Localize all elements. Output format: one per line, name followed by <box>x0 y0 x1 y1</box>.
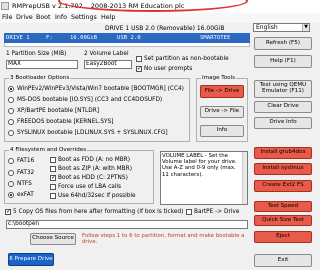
test-speed-button[interactable]: Test Speed <box>254 201 312 212</box>
prepare-drive-button[interactable]: 6 Prepare Drive <box>8 253 54 266</box>
bootloader-radio-syslinux[interactable] <box>8 130 14 136</box>
source-path-input[interactable]: c:\bootpen <box>6 220 248 229</box>
help-textbox[interactable]: VOLUME LABEL - Set the Volume label for … <box>160 151 248 205</box>
copy-os-checkbox[interactable] <box>5 208 11 215</box>
drive-title: DRIVE 1 USB 2.0 (Removable) 16.00GiB <box>105 25 225 32</box>
bootloader-option-label: WinPEv2/WinPEv3/Vista/Win7 bootable [BOO… <box>17 86 184 92</box>
menu-settings[interactable]: Settings <box>71 14 97 21</box>
override-label: Force use of LBA calls <box>58 184 122 190</box>
clear-drive-button[interactable]: Clear Drive <box>254 101 312 113</box>
menu-help[interactable]: Help <box>101 14 115 21</box>
eject-button[interactable]: Eject <box>254 231 312 243</box>
override-label: Use 64hd/32sec if possible <box>58 193 136 199</box>
drive-info-button[interactable]: Drive Info <box>254 117 312 129</box>
test-qemu-button[interactable]: Test using QEMU Emulator (F11) <box>254 80 312 98</box>
drive-to-file-button[interactable]: Drive -> File <box>200 106 244 118</box>
partition-size-label: 1 Partition Size (MiB) <box>6 51 67 57</box>
install-grub4dos-button[interactable]: Install grub4dos <box>254 147 312 159</box>
bootloader-option-label: SYSLINUX bootable [LDLINUX.SYS + SYSLINU… <box>17 130 168 136</box>
fs-radio-exfat[interactable] <box>8 192 14 198</box>
partition-size-input[interactable]: MAX <box>6 60 78 69</box>
instructions-hint: Follow steps 1 to 6 to partition, format… <box>82 233 245 246</box>
override-checkbox-fdd[interactable] <box>50 157 56 163</box>
chevron-down-icon[interactable]: ▼ <box>302 24 309 31</box>
drive-col-label: SMARTOTEE <box>200 35 231 41</box>
drive-list-area[interactable] <box>4 43 250 47</box>
drive-col-bus: USB 2.0 <box>117 35 141 41</box>
fs-option-label: exFAT <box>17 192 34 198</box>
fs-radio-fat16[interactable] <box>8 158 14 164</box>
image-info-button[interactable]: Info <box>200 125 244 137</box>
drive-list-row[interactable]: DRIVE 1 F: 16.00GiB USB 2.0 SMARTOTEE <box>4 33 250 43</box>
install-syslinux-button[interactable]: Install syslinux <box>254 163 312 175</box>
choose-source-button[interactable]: Choose Source <box>30 233 76 245</box>
file-to-drive-button[interactable]: File -> Drive <box>200 85 244 98</box>
help-button[interactable]: Help (F1) <box>254 55 312 68</box>
help-text: VOLUME LABEL - Set the Volume label for … <box>162 153 237 178</box>
quick-size-test-button[interactable]: Quick Size Test <box>254 215 312 226</box>
bootloader-option-label: FREEDOS bootable [KERNEL.SYS] <box>17 119 114 125</box>
help-scrollbar[interactable] <box>242 152 247 204</box>
exit-button[interactable]: Exit <box>254 254 312 267</box>
title-bar: RMPrepUSB v 2.1.702 2008-2013 RM Educati… <box>0 0 320 13</box>
fs-radio-ntfs[interactable] <box>8 181 14 187</box>
no-prompts-label: No user prompts <box>144 66 193 72</box>
drive-col-size: 16.00GiB <box>70 35 97 41</box>
override-label: Boot as FDD (A: no MBR) <box>58 157 130 163</box>
menu-file[interactable]: File <box>2 14 13 21</box>
fs-option-label: FAT16 <box>17 158 35 164</box>
refresh-button[interactable]: Refresh (F5) <box>254 37 312 50</box>
menu-info[interactable]: Info <box>55 14 67 21</box>
no-prompts-checkbox[interactable] <box>136 65 142 72</box>
bartpe-checkbox[interactable] <box>186 209 192 215</box>
non-bootable-label: Set partition as non-bootable <box>144 56 229 62</box>
menu-drive[interactable]: Drive <box>16 14 33 21</box>
create-ext2fs-button[interactable]: Create Ext2 FS <box>254 180 312 192</box>
override-checkbox-64hd[interactable] <box>50 193 56 199</box>
volume-label-input[interactable]: Easy2Boot <box>84 60 132 69</box>
override-label: Boot as ZIP (A: with MBR) <box>58 166 132 172</box>
bootloader-option-label: XP/BartPE bootable [NTLDR] <box>17 108 100 114</box>
fs-option-label: NTFS <box>17 181 32 187</box>
filesystem-title: 4 Filesystem and Overrides <box>9 147 88 153</box>
override-checkbox-zip[interactable] <box>50 166 56 172</box>
override-checkbox-hdd[interactable] <box>50 174 56 181</box>
bootloader-option-label: MS-DOS bootable [IO.SYS] (CC3 and CC4DOS… <box>17 97 163 103</box>
red-annotation-ellipse <box>58 0 248 12</box>
bootloader-radio-bootmgr[interactable] <box>8 86 14 92</box>
image-tools-title: Image Tools <box>201 75 237 81</box>
fs-radio-fat32[interactable] <box>8 170 14 176</box>
language-select[interactable]: English ▼ <box>253 23 310 32</box>
volume-label-label: 2 Volume Label <box>84 51 129 57</box>
bartpe-label: BartPE -> Drive <box>194 209 240 215</box>
menu-boot[interactable]: Boot <box>36 14 51 21</box>
non-bootable-checkbox[interactable] <box>136 56 142 62</box>
bootloader-radio-freedos[interactable] <box>8 119 14 125</box>
bootloader-title: 3 Bootloader Options <box>9 75 71 81</box>
bootloader-radio-msdos[interactable] <box>8 97 14 103</box>
drive-col-letter: F: <box>46 35 53 41</box>
menu-bar: File Drive Boot Info Settings Help <box>0 13 320 23</box>
app-icon <box>1 2 9 10</box>
bootloader-radio-ntldr[interactable] <box>8 108 14 114</box>
drive-col-name: DRIVE 1 <box>6 35 30 41</box>
copy-os-label: 5 Copy OS files from here after formatti… <box>13 209 184 215</box>
fs-option-label: FAT32 <box>17 170 35 176</box>
app-window: RMPrepUSB v 2.1.702 2008-2013 RM Educati… <box>0 0 320 270</box>
override-label: Boot as HDD (C: 2PTNS) <box>58 175 128 181</box>
override-checkbox-lba[interactable] <box>50 184 56 190</box>
language-value: English <box>256 24 278 31</box>
